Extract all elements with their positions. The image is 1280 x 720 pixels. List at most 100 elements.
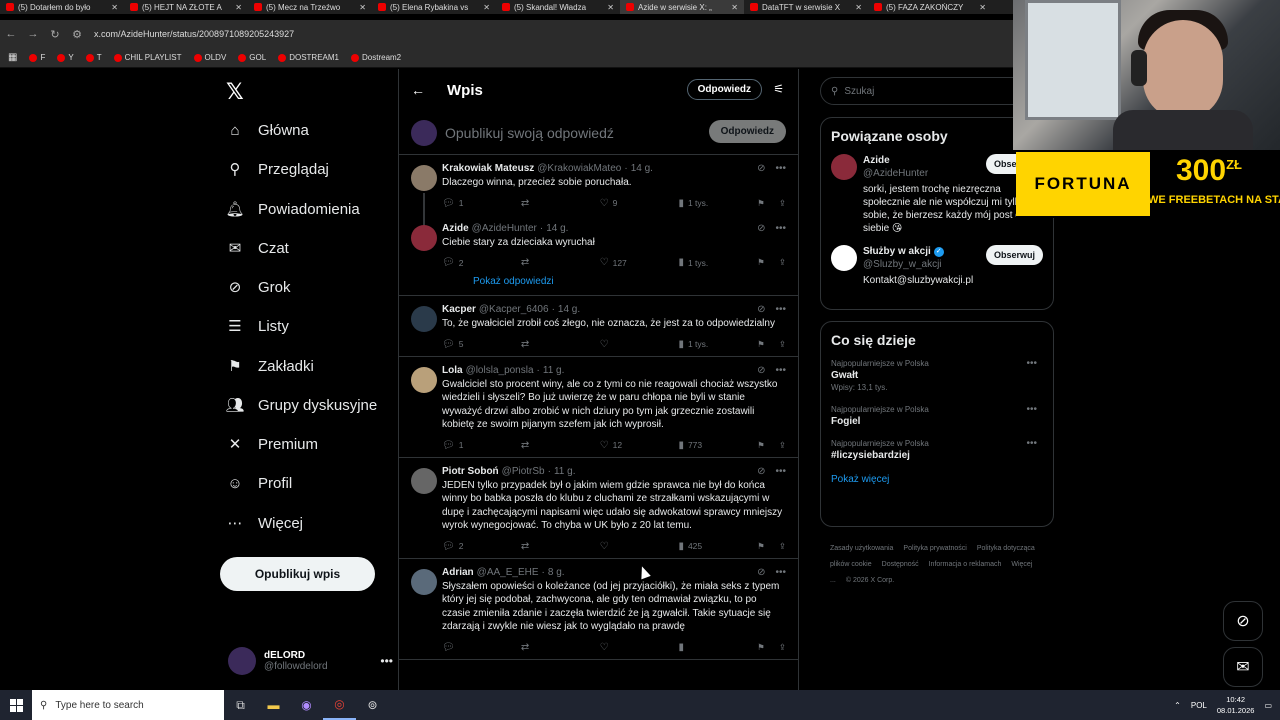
- tweet-author-handle[interactable]: @lolsla_ponsla: [466, 365, 534, 376]
- tweet-time[interactable]: 14 g.: [546, 223, 568, 234]
- reply-action[interactable]: 💬︎ 1: [442, 440, 482, 451]
- grok-icon[interactable]: ⊘: [757, 466, 765, 477]
- tweet[interactable]: Lola @lolsla_ponsla · 11 g. ⊘ ••• Gwalciciel s…: [399, 357, 798, 458]
- tweet[interactable]: Kacper @Kacper_6406 · 14 g. ⊘ ••• To, że gwałc…: [399, 296, 798, 357]
- bookmark-item[interactable]: OLDV: [193, 53, 226, 62]
- nav-item-more-circle[interactable]: ⋯ Więcej: [226, 514, 304, 533]
- bookmark-icon[interactable]: ⚑: [757, 642, 765, 653]
- tweet-author-handle[interactable]: @Kacper_6406: [479, 304, 549, 315]
- obs-icon[interactable]: ⊚: [356, 690, 389, 720]
- reply-action[interactable]: 💬︎ 2: [442, 541, 482, 552]
- nav-item-bookmark[interactable]: ⚑ Zakładki: [226, 357, 314, 376]
- reload-icon[interactable]: ↻: [44, 28, 66, 41]
- tweet-time[interactable]: 11 g.: [543, 365, 565, 376]
- reply-pill-button[interactable]: Odpowiedz: [686, 79, 762, 100]
- more-icon[interactable]: •••: [775, 567, 786, 578]
- bookmark-item[interactable]: T: [85, 53, 102, 62]
- share-icon[interactable]: ⇪: [779, 541, 786, 552]
- person-name[interactable]: Azide: [863, 154, 890, 167]
- grok-fab-icon[interactable]: ⊘: [1223, 601, 1263, 641]
- tweet-time[interactable]: 11 g.: [554, 466, 576, 477]
- views-action[interactable]: ▮: [678, 642, 718, 653]
- more-icon[interactable]: •••: [775, 365, 786, 376]
- views-action[interactable]: ▮ 1 tys.: [678, 339, 718, 350]
- nav-item-list[interactable]: ☰ Listy: [226, 317, 289, 336]
- nav-item-mail[interactable]: ✉ Czat: [226, 239, 289, 258]
- bookmark-icon[interactable]: ⚑: [757, 440, 765, 451]
- nav-item-community[interactable]: 👥︎ Grupy dyskusyjne: [225, 396, 377, 415]
- show-more-link[interactable]: Pokaż więcej: [831, 474, 1043, 485]
- start-button[interactable]: [0, 690, 32, 720]
- more-icon[interactable]: •••: [1026, 438, 1037, 450]
- nav-item-grok[interactable]: ⊘ Grok: [226, 278, 291, 297]
- share-icon[interactable]: ⇪: [779, 198, 786, 209]
- bookmark-icon[interactable]: ⚑: [757, 257, 765, 268]
- tweet-author-name[interactable]: Kacper: [442, 304, 476, 315]
- bookmark-item[interactable]: DOSTREAM1: [278, 53, 339, 62]
- person-name[interactable]: Służby w akcji: [863, 245, 931, 258]
- avatar[interactable]: [831, 245, 857, 271]
- messenger-icon[interactable]: ◉: [290, 690, 323, 720]
- messages-fab-icon[interactable]: ✉: [1223, 647, 1263, 687]
- tweet-author-handle[interactable]: @AzideHunter: [472, 223, 537, 234]
- nav-item-profile[interactable]: ☺ Profil: [226, 474, 292, 492]
- tweet[interactable]: Piotr Soboń @PiotrSb · 11 g. ⊘ ••• JEDEN tylko…: [399, 458, 798, 559]
- browser-tab[interactable]: (5) Skandal! Władza ✕: [496, 0, 620, 14]
- more-icon[interactable]: •••: [1026, 404, 1037, 416]
- views-action[interactable]: ▮ 773: [678, 440, 718, 451]
- bookmark-item[interactable]: GOL: [238, 53, 266, 62]
- tweet-author-name[interactable]: Lola: [442, 365, 463, 376]
- tweet-author-name[interactable]: Piotr Soboń: [442, 466, 499, 477]
- more-icon[interactable]: •••: [380, 654, 393, 668]
- notifications-icon[interactable]: ▭: [1264, 701, 1272, 710]
- chrome-icon[interactable]: ◎: [323, 690, 356, 720]
- retweet-action[interactable]: ⇄: [521, 339, 561, 350]
- avatar[interactable]: [411, 165, 437, 191]
- like-action[interactable]: ♡: [600, 541, 640, 552]
- share-icon[interactable]: ⇪: [779, 339, 786, 350]
- trend-item[interactable]: Najpopularniejsze w Polska #liczysiebardz…: [831, 438, 1043, 462]
- bookmark-icon[interactable]: ⚑: [757, 541, 765, 552]
- grok-icon[interactable]: ⊘: [757, 223, 765, 234]
- x-logo-icon[interactable]: 𝕏: [226, 79, 244, 105]
- avatar[interactable]: [411, 568, 437, 595]
- tab-close-icon[interactable]: ✕: [359, 3, 366, 12]
- browser-tab[interactable]: DataTFT w serwisie X ✕: [744, 0, 868, 14]
- tab-close-icon[interactable]: ✕: [979, 3, 986, 12]
- browser-tab[interactable]: Azide w serwisie X: „ ✕: [620, 0, 744, 14]
- tray-chevron-icon[interactable]: ⌃: [1174, 701, 1181, 710]
- follow-button[interactable]: Obserwuj: [985, 245, 1043, 265]
- reply-action[interactable]: 💬︎: [442, 642, 482, 653]
- share-icon[interactable]: ⇪: [779, 642, 786, 653]
- views-action[interactable]: ▮ 1 tys.: [678, 198, 718, 209]
- reply-input[interactable]: Opublikuj swoją odpowiedź: [445, 125, 614, 141]
- nav-item-home[interactable]: ⌂ Główna: [226, 121, 308, 139]
- like-action[interactable]: ♡ 12: [600, 440, 640, 451]
- nav-item-bell[interactable]: 🔔︎ Powiadomienia: [225, 200, 359, 219]
- post-button[interactable]: Opublikuj wpis: [220, 557, 375, 591]
- bookmark-icon[interactable]: ⚑: [757, 198, 765, 209]
- more-icon[interactable]: •••: [775, 163, 786, 174]
- trend-item[interactable]: Najpopularniejsze w Polska Fogiel •••: [831, 404, 1043, 428]
- like-action[interactable]: ♡: [600, 339, 640, 350]
- tweet-time[interactable]: 8 g.: [548, 567, 565, 578]
- tweet[interactable]: Azide @AzideHunter · 14 g. ⊘ ••• Ciebie stary …: [399, 215, 798, 296]
- clock[interactable]: 10:42 08.01.2026: [1217, 694, 1255, 716]
- retweet-action[interactable]: ⇄: [521, 257, 561, 268]
- show-replies-link[interactable]: Pokaż odpowiedzi: [442, 268, 786, 289]
- browser-tab[interactable]: (5) Dotarłem do było ✕: [0, 0, 124, 14]
- like-action[interactable]: ♡ 127: [600, 257, 640, 268]
- tweet-time[interactable]: 14 g.: [631, 163, 653, 174]
- more-icon[interactable]: •••: [775, 223, 786, 234]
- footer-link[interactable]: Polityka prywatności: [903, 545, 966, 552]
- more-icon[interactable]: •••: [775, 466, 786, 477]
- bookmark-item[interactable]: Y: [57, 53, 74, 62]
- reply-action[interactable]: 💬︎ 5: [442, 339, 482, 350]
- avatar[interactable]: [831, 154, 857, 180]
- grok-icon[interactable]: ⊘: [757, 567, 765, 578]
- tweet-author-handle[interactable]: @KrakowiakMateo: [537, 163, 621, 174]
- more-icon[interactable]: •••: [775, 304, 786, 315]
- views-action[interactable]: ▮ 1 tys.: [678, 257, 718, 268]
- tweet[interactable]: Krakowiak Mateusz @KrakowiakMateo · 14 g. ⊘ •…: [399, 155, 798, 233]
- url-field[interactable]: x.com/AzideHunter/status/200897108920524…: [94, 29, 294, 39]
